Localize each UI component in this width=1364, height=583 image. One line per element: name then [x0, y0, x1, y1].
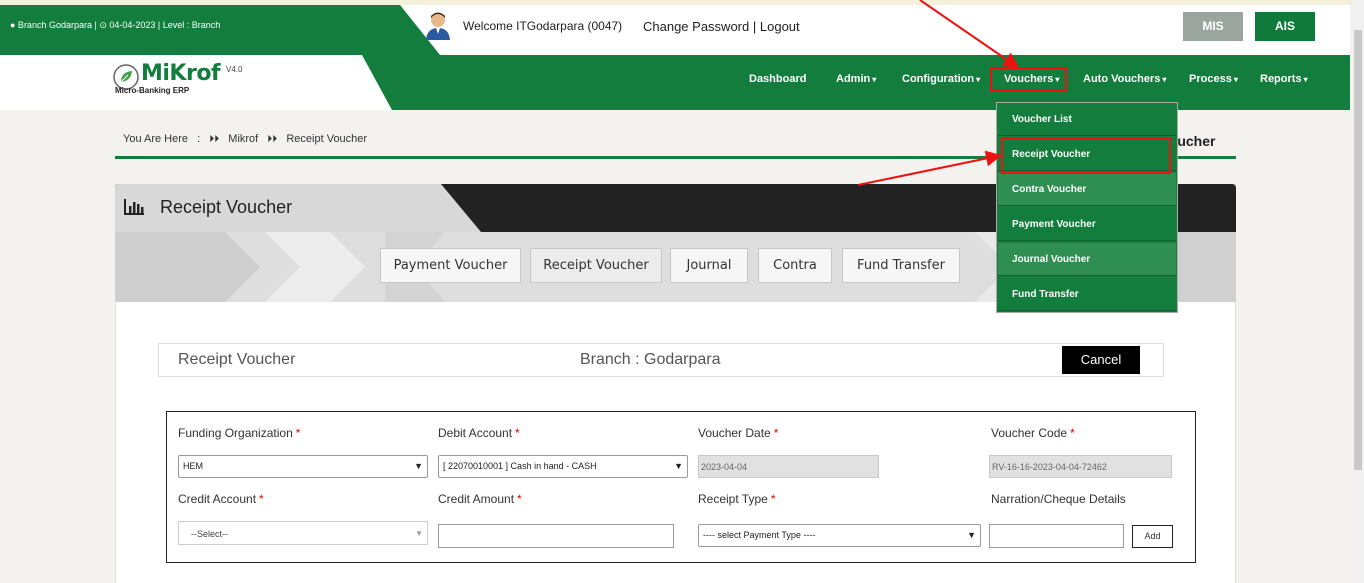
- required-mark: *: [515, 426, 520, 440]
- branch-info: ● Branch Godarpara | ⊙ 04-04-2023 | Leve…: [10, 20, 221, 30]
- funding-org-select[interactable]: HEM ▼: [178, 455, 428, 478]
- nav-label: Dashboard: [749, 73, 807, 85]
- nav-label: Auto Vouchers: [1083, 73, 1161, 85]
- funding-org-label: Funding Organization *: [178, 426, 300, 440]
- menu-item-payment-voucher[interactable]: Payment Voucher: [998, 208, 1176, 241]
- voucher-code-label: Voucher Code *: [991, 426, 1075, 440]
- receipt-type-select[interactable]: ---- select Payment Type ---- ▼: [698, 524, 981, 547]
- chevron-down-icon: ▼: [414, 461, 423, 471]
- voucher-date-field: 2023-04-04: [698, 455, 879, 478]
- logo-name[interactable]: MiKrof: [141, 61, 221, 86]
- label-text: Receipt Type: [698, 492, 768, 506]
- user-avatar-icon: [426, 12, 450, 40]
- caret-down-icon: ▾: [1233, 75, 1238, 84]
- label-text: Debit Account: [438, 426, 513, 440]
- breadcrumb-prefix: You Are Here: [123, 133, 189, 145]
- credit-account-label: Credit Account *: [178, 492, 264, 506]
- breadcrumb-item-mikrof[interactable]: Mikrof: [228, 133, 258, 145]
- logo-version: V4.0: [226, 65, 243, 74]
- nav-label: Admin: [836, 73, 871, 85]
- arrow-to-receipt-voucher: [857, 150, 1002, 186]
- nav-reports[interactable]: Reports ▾: [1260, 73, 1308, 85]
- required-mark: *: [1070, 426, 1075, 440]
- nav-label: Configuration: [902, 73, 975, 85]
- chevron-down-icon: ▼: [415, 529, 423, 538]
- caret-down-icon: ▾: [1162, 75, 1167, 84]
- scrollbar-thumb[interactable]: [1354, 30, 1362, 470]
- nav-configuration[interactable]: Configuration ▾: [902, 73, 980, 85]
- tab-receipt-voucher[interactable]: Receipt Voucher: [530, 248, 662, 283]
- narration-input[interactable]: [989, 524, 1124, 548]
- label-text: Credit Amount: [438, 492, 515, 506]
- chevron-down-icon: ▼: [674, 461, 683, 471]
- debit-account-select[interactable]: [ 22070010001 ] Cash in hand - CASH ▼: [438, 455, 688, 478]
- select-value: HEM: [183, 461, 203, 471]
- nav-process[interactable]: Process ▾: [1189, 73, 1238, 85]
- welcome-text: Welcome ITGodarpara (0047): [463, 19, 623, 33]
- menu-item-voucher-list[interactable]: Voucher List: [998, 103, 1176, 136]
- label-text: Voucher Code: [991, 426, 1068, 440]
- bar-chart-icon: [124, 199, 144, 215]
- required-mark: *: [295, 426, 301, 440]
- label-text: Voucher Date: [698, 426, 771, 440]
- required-mark: *: [517, 492, 522, 506]
- change-password-link[interactable]: Change Password: [643, 19, 749, 34]
- credit-amount-label: Credit Amount *: [438, 492, 522, 506]
- chevron-down-icon: ▼: [967, 530, 976, 540]
- select-value: --Select--: [191, 529, 229, 539]
- menu-item-fund-transfer[interactable]: Fund Transfer: [998, 278, 1176, 311]
- voucher-code-field: RV-16-16-2023-04-04-72462: [989, 455, 1172, 478]
- breadcrumb: You Are Here : ⏵⏵ Mikrof ⏵⏵ Receipt Vouc…: [123, 133, 373, 145]
- nav-dashboard[interactable]: Dashboard: [749, 73, 806, 85]
- caret-down-icon: ▾: [872, 75, 877, 84]
- mis-button[interactable]: MIS: [1183, 12, 1243, 41]
- cancel-button[interactable]: Cancel: [1062, 346, 1140, 374]
- required-mark: *: [259, 492, 264, 506]
- link-separator: |: [752, 19, 757, 34]
- nav-admin[interactable]: Admin ▾: [836, 73, 876, 85]
- panel-title: Receipt Voucher: [160, 197, 293, 217]
- nav-label: Process: [1189, 73, 1232, 85]
- required-mark: *: [773, 426, 779, 440]
- double-chevron-icon: ⏵⏵: [209, 134, 220, 145]
- credit-amount-input[interactable]: [438, 524, 674, 548]
- branch-label: Branch : Godarpara: [580, 351, 721, 368]
- nav-auto-vouchers[interactable]: Auto Vouchers ▾: [1083, 73, 1166, 85]
- vouchers-highlight-box: [990, 67, 1067, 92]
- ais-button[interactable]: AIS: [1255, 12, 1315, 41]
- credit-account-select[interactable]: --Select-- ▼: [178, 521, 428, 545]
- voucher-type-label: Receipt Voucher: [178, 351, 296, 368]
- account-links: Change Password | Logout: [643, 19, 800, 34]
- tab-journal[interactable]: Journal: [670, 248, 748, 283]
- receipt-type-label: Receipt Type *: [698, 492, 776, 506]
- caret-down-icon: ▾: [976, 75, 981, 84]
- double-chevron-icon: ⏵⏵: [267, 134, 278, 145]
- menu-item-journal-voucher[interactable]: Journal Voucher: [998, 243, 1176, 276]
- add-button[interactable]: Add: [1132, 525, 1173, 548]
- tab-contra[interactable]: Contra: [758, 248, 832, 283]
- select-value: [ 22070010001 ] Cash in hand - CASH: [443, 461, 597, 471]
- debit-account-label: Debit Account *: [438, 426, 520, 440]
- receipt-voucher-highlight-box: [1001, 137, 1171, 174]
- logout-link[interactable]: Logout: [760, 19, 800, 34]
- voucher-date-label: Voucher Date *: [698, 426, 778, 440]
- nav-label: Reports: [1260, 73, 1302, 85]
- tab-payment-voucher[interactable]: Payment Voucher: [380, 248, 521, 283]
- required-mark: *: [770, 492, 776, 506]
- tab-fund-transfer[interactable]: Fund Transfer: [842, 248, 960, 283]
- breadcrumb-colon: :: [197, 133, 201, 145]
- select-value: ---- select Payment Type ----: [703, 530, 816, 540]
- narration-label: Narration/Cheque Details: [991, 492, 1126, 506]
- label-text: Credit Account: [178, 492, 257, 506]
- logo-subtitle: Micro-Banking ERP: [115, 86, 190, 95]
- caret-down-icon: ▾: [1303, 75, 1308, 84]
- label-text: Funding Organization: [178, 426, 293, 440]
- breadcrumb-item-current: Receipt Voucher: [286, 133, 368, 145]
- menu-item-contra-voucher[interactable]: Contra Voucher: [998, 173, 1176, 206]
